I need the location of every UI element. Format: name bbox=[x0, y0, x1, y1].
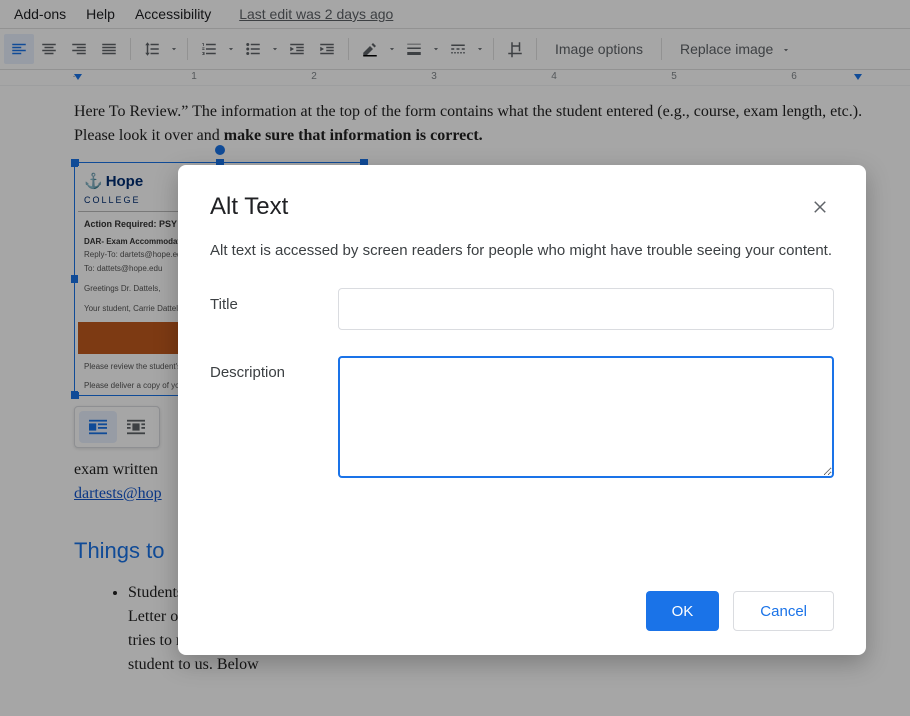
description-textarea[interactable] bbox=[338, 356, 834, 478]
title-input[interactable] bbox=[338, 288, 834, 330]
title-label: Title bbox=[210, 288, 338, 313]
description-label: Description bbox=[210, 356, 338, 381]
dialog-title: Alt Text bbox=[210, 193, 288, 221]
alt-text-dialog: Alt Text Alt text is accessed by screen … bbox=[178, 165, 866, 655]
cancel-button[interactable]: Cancel bbox=[733, 591, 834, 631]
ok-button[interactable]: OK bbox=[646, 591, 720, 631]
dialog-description: Alt text is accessed by screen readers f… bbox=[210, 239, 834, 262]
close-button[interactable] bbox=[806, 193, 834, 221]
